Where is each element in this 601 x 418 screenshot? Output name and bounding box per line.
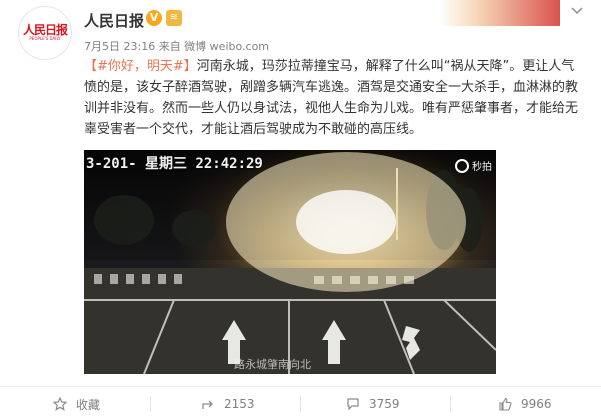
forward-count: 2153 [224,397,255,411]
people-daily-logo: 人民日报 PEOPLE'S DAILY [23,24,68,42]
watermark-logo-icon [455,158,469,173]
decorative-banner [440,0,560,26]
video-caption: 路永城肇南向北 [234,358,311,371]
verified-icon: V [146,10,162,26]
logo-subtext: PEOPLE'S DAILY [29,36,61,42]
weibo-post-card: 人民日报 PEOPLE'S DAILY 人民日报 V ≋ 7月5日 23:16 … [0,0,601,418]
chevron-down-icon[interactable] [570,4,584,20]
favorite-button[interactable]: 收藏 [52,394,100,414]
member-badge-icon[interactable]: ≋ [166,10,182,26]
post-text: 【#你好，明天#】河南永城，玛莎拉蒂撞宝马，解释了什么叫“祸从天降”。更让人气愤… [84,56,584,140]
video-player[interactable]: 3-201- 星期三 22:42:29 秒拍 路永城肇南向北 [84,150,496,374]
hashtag-link[interactable]: 【#你好，明天#】 [84,59,197,74]
video-scene [84,152,496,374]
like-count: 9966 [521,397,552,411]
favorite-label: 收藏 [76,397,101,412]
action-separator [450,396,451,412]
video-watermark: 秒拍 [455,158,492,173]
forward-button[interactable]: 2153 [200,394,255,414]
forward-icon [200,396,216,412]
cctv-timestamp: 3-201- 星期三 22:42:29 [86,156,263,172]
avatar[interactable]: 人民日报 PEOPLE'S DAILY [18,6,72,60]
comment-count: 3759 [369,397,400,411]
comment-icon [345,396,361,412]
watermark-text: 秒拍 [472,162,492,173]
account-name[interactable]: 人民日报 [84,10,144,31]
action-separator [300,396,301,412]
footer-divider [0,386,601,387]
thumbs-up-icon [497,396,513,412]
post-meta[interactable]: 7月5日 23:16 来自 微博 weibo.com [84,38,269,54]
action-separator [150,396,151,412]
like-button[interactable]: 9966 [497,394,552,414]
star-icon [52,396,68,412]
comment-button[interactable]: 3759 [345,394,400,414]
